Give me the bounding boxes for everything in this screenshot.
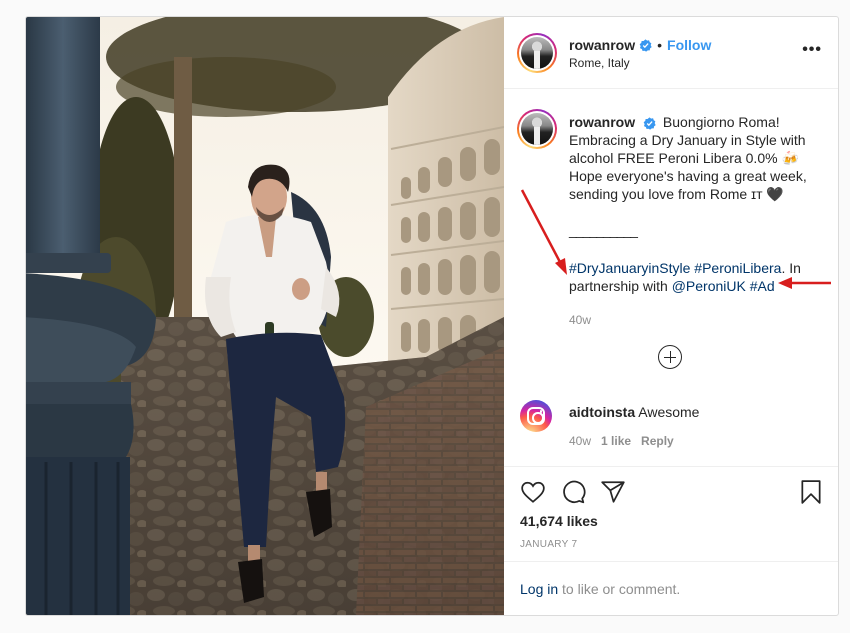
commenter-username[interactable]: aidtoinsta — [569, 404, 635, 420]
hashtag-dryjanuaryinstyle[interactable]: #DryJanuaryinStyle — [569, 260, 690, 276]
more-options-icon[interactable]: ••• — [802, 41, 822, 59]
follow-button[interactable]: Follow — [667, 37, 711, 53]
login-prompt-rest: to like or comment. — [558, 581, 681, 597]
comment-meta: 40w 1 like Reply — [569, 434, 674, 448]
author-avatar-photo — [521, 37, 553, 69]
post-header: rowanrow • Follow Rome, Italy ••• — [504, 17, 838, 89]
login-prompt-text: Log in to like or comment. — [520, 581, 680, 597]
bookmark-icon[interactable] — [798, 479, 824, 505]
post-image-scene — [26, 17, 504, 615]
share-icon[interactable] — [600, 479, 626, 505]
italy-flag-icon: ɪᴛ — [751, 186, 763, 202]
author-line: rowanrow • Follow — [569, 37, 711, 53]
author-username[interactable]: rowanrow — [569, 37, 635, 53]
login-prompt: Log in to like or comment. — [504, 561, 838, 615]
comment-timestamp[interactable]: 40w — [569, 434, 591, 448]
comment-text: Awesome — [638, 404, 700, 420]
caption-divider: __________ — [569, 222, 638, 238]
beer-emoji-icon: 🍻 — [781, 150, 799, 166]
commenter-avatar[interactable] — [520, 400, 552, 432]
post-date[interactable]: JANUARY 7 — [520, 539, 577, 550]
comment-icon[interactable] — [560, 479, 586, 505]
comment-body: aidtoinsta Awesome — [569, 404, 699, 420]
comment-item: aidtoinsta Awesome 40w 1 like Reply — [504, 400, 838, 460]
separator-dot: • — [657, 37, 663, 53]
heart-icon[interactable] — [520, 479, 546, 505]
comments-section: rowanrow Buongiorno Roma! Embracing a Dr… — [504, 89, 838, 466]
caption-username[interactable]: rowanrow — [569, 114, 635, 130]
caption-timestamp[interactable]: 40w — [569, 311, 819, 329]
black-heart-icon: 🖤 — [766, 186, 784, 202]
post-actions: 41,674 likes JANUARY 7 — [504, 466, 838, 561]
verified-badge-icon — [643, 117, 656, 130]
caption-author-avatar-photo — [521, 113, 553, 145]
post-caption: rowanrow Buongiorno Roma! Embracing a Dr… — [569, 113, 819, 329]
login-link[interactable]: Log in — [520, 581, 558, 597]
verified-badge-icon — [639, 38, 652, 52]
author-avatar[interactable] — [517, 33, 557, 73]
load-more-comments-icon[interactable] — [658, 345, 682, 369]
post-image[interactable] — [26, 17, 504, 615]
like-count[interactable]: 41,674 likes — [520, 513, 598, 529]
comment-likes[interactable]: 1 like — [601, 434, 631, 448]
post-card: rowanrow • Follow Rome, Italy ••• rowanr… — [25, 16, 839, 616]
reply-button[interactable]: Reply — [641, 434, 674, 448]
post-sidebar: rowanrow • Follow Rome, Italy ••• rowanr… — [504, 17, 838, 615]
caption-author-avatar[interactable] — [517, 109, 557, 149]
post-location[interactable]: Rome, Italy — [569, 56, 630, 70]
hashtag-peronilibera[interactable]: #PeroniLibera — [694, 260, 781, 276]
instagram-logo-icon — [527, 407, 545, 425]
mention-peroniuk[interactable]: @PeroniUK — [672, 278, 746, 294]
hashtag-ad[interactable]: #Ad — [750, 278, 775, 294]
